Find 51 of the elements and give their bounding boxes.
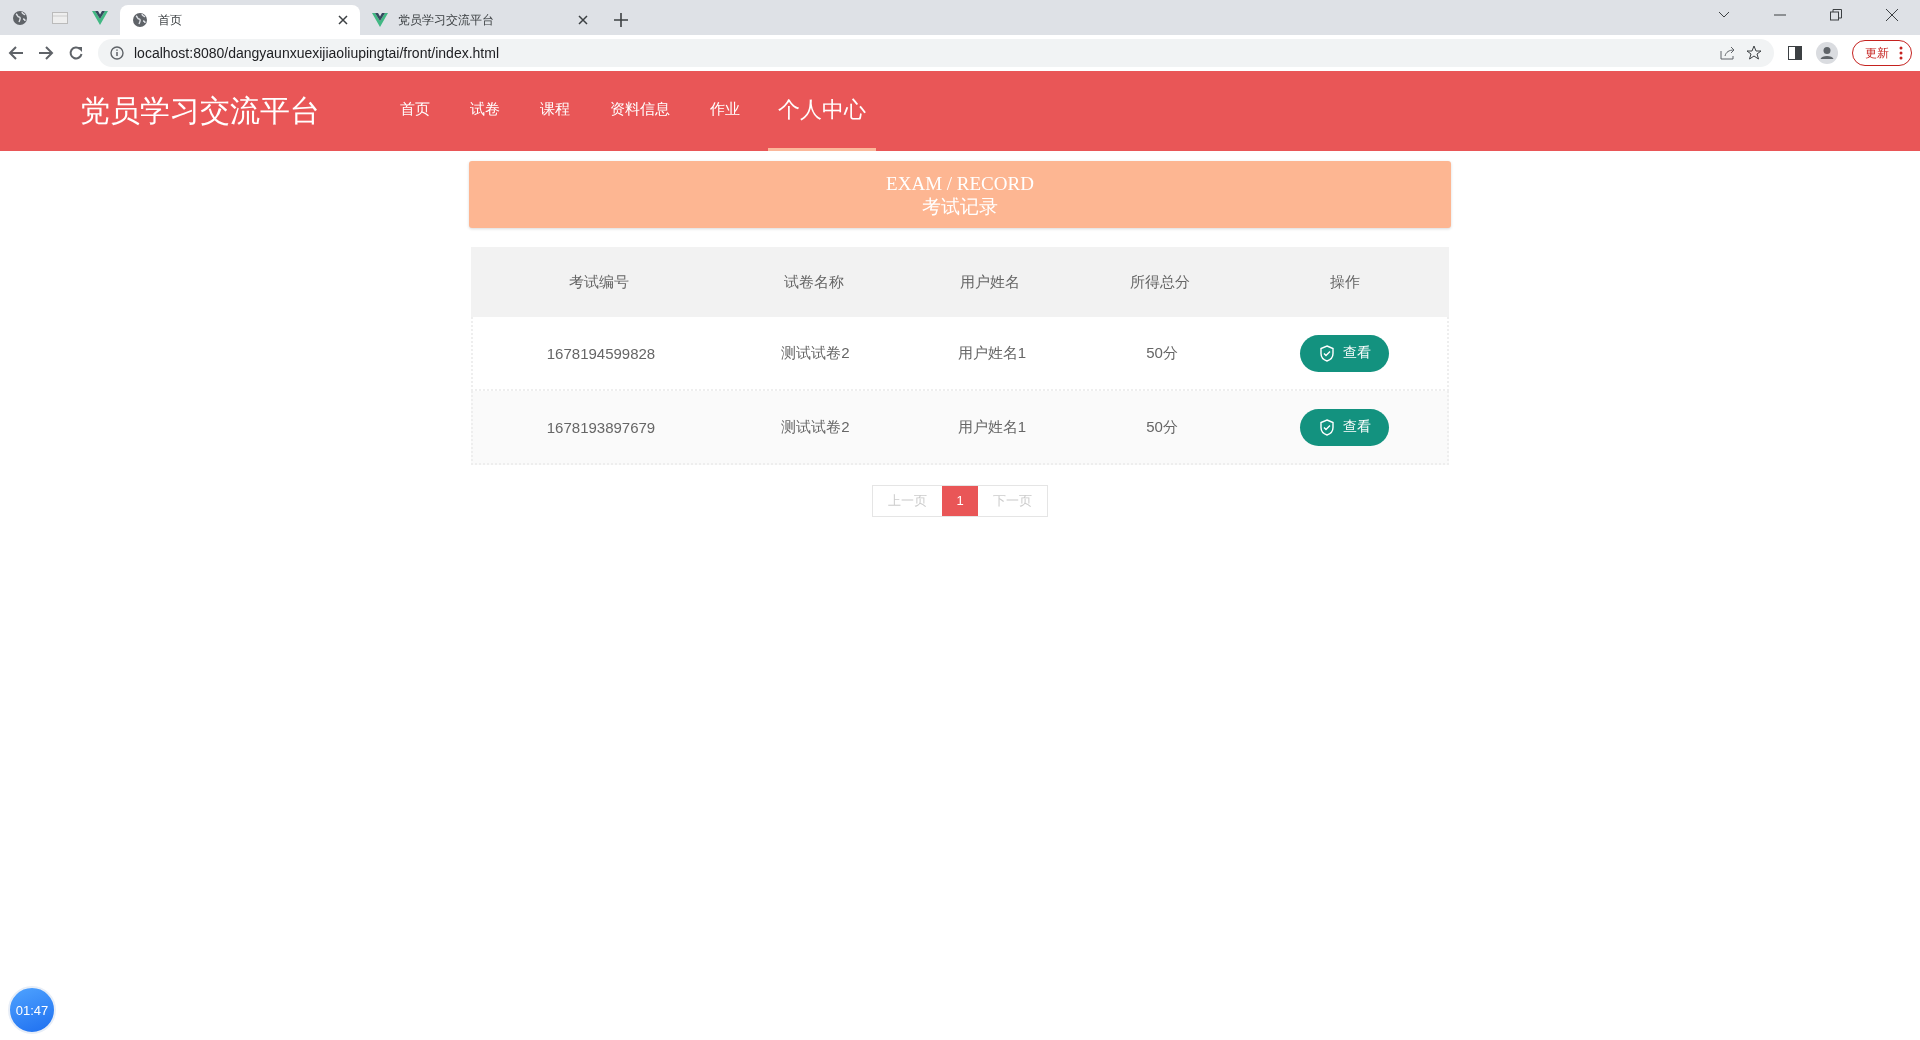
table-cell-text: 用户姓名1 [956, 343, 1028, 363]
column-header: 操作 [1328, 272, 1361, 292]
side-panel-icon[interactable] [1788, 46, 1802, 60]
table-cell-text: 50分 [1145, 343, 1179, 363]
banner-title: EXAM / RECORD [886, 171, 1034, 195]
nav-link[interactable]: 个人中心 [768, 71, 876, 151]
banner-subtitle: 考试记录 [922, 194, 998, 218]
address-bar[interactable]: localhost:8080/dangyaunxuexijiaoliupingtai/front/index.html [98, 39, 1774, 67]
table-cell-text: 测试试卷2 [780, 417, 851, 437]
site-logo: 党员学习交流平台 [80, 92, 321, 129]
browser-tab[interactable]: 首页 [120, 5, 360, 35]
table-cell-text: 测试试卷2 [780, 343, 851, 363]
more-icon[interactable] [1899, 46, 1903, 60]
page-icon [52, 11, 68, 24]
page-number[interactable]: 1 [942, 486, 978, 516]
restore-icon[interactable] [1830, 9, 1842, 21]
reload-icon[interactable] [68, 45, 84, 61]
globe-icon [132, 12, 148, 28]
star-icon[interactable] [1746, 45, 1762, 61]
nav-link[interactable]: 首页 [380, 71, 450, 151]
update-button[interactable]: 更新 [1852, 40, 1912, 66]
nav-link[interactable]: 课程 [520, 71, 590, 151]
shield-check-icon [1318, 344, 1335, 362]
chevron-down-icon[interactable] [1718, 11, 1730, 19]
column-header: 用户姓名 [959, 272, 1021, 292]
shield-check-icon [1318, 418, 1335, 436]
close-icon[interactable] [338, 15, 348, 25]
view-button[interactable]: 查看 [1300, 408, 1389, 446]
close-icon[interactable] [1886, 9, 1898, 21]
globe-icon [12, 9, 28, 26]
browser-tab[interactable]: 党员学习交流平台 [360, 5, 600, 35]
table-cell-text: 1678194599828 [545, 344, 657, 362]
share-icon[interactable] [1720, 46, 1736, 60]
column-header: 所得总分 [1129, 272, 1191, 292]
timer-badge[interactable]: 01:47 [8, 986, 56, 1034]
logo-icon [372, 13, 388, 27]
table-cell-text: 用户姓名1 [956, 417, 1028, 437]
back-arrow-icon[interactable] [8, 45, 24, 61]
nav-link[interactable]: 试卷 [450, 71, 520, 151]
info-icon[interactable] [110, 46, 124, 60]
view-button[interactable]: 查看 [1300, 334, 1389, 372]
forward-arrow-icon[interactable] [38, 45, 54, 61]
logo-icon [92, 10, 108, 25]
table-cell-text: 50分 [1145, 417, 1179, 437]
profile-icon[interactable] [1816, 42, 1838, 64]
table-cell-text: 1678193897679 [545, 418, 657, 436]
column-header: 试卷名称 [782, 272, 845, 292]
nav-link[interactable]: 资料信息 [590, 71, 690, 151]
nav-link[interactable]: 作业 [690, 71, 760, 151]
column-header: 考试编号 [568, 272, 630, 292]
close-icon[interactable] [578, 15, 588, 25]
